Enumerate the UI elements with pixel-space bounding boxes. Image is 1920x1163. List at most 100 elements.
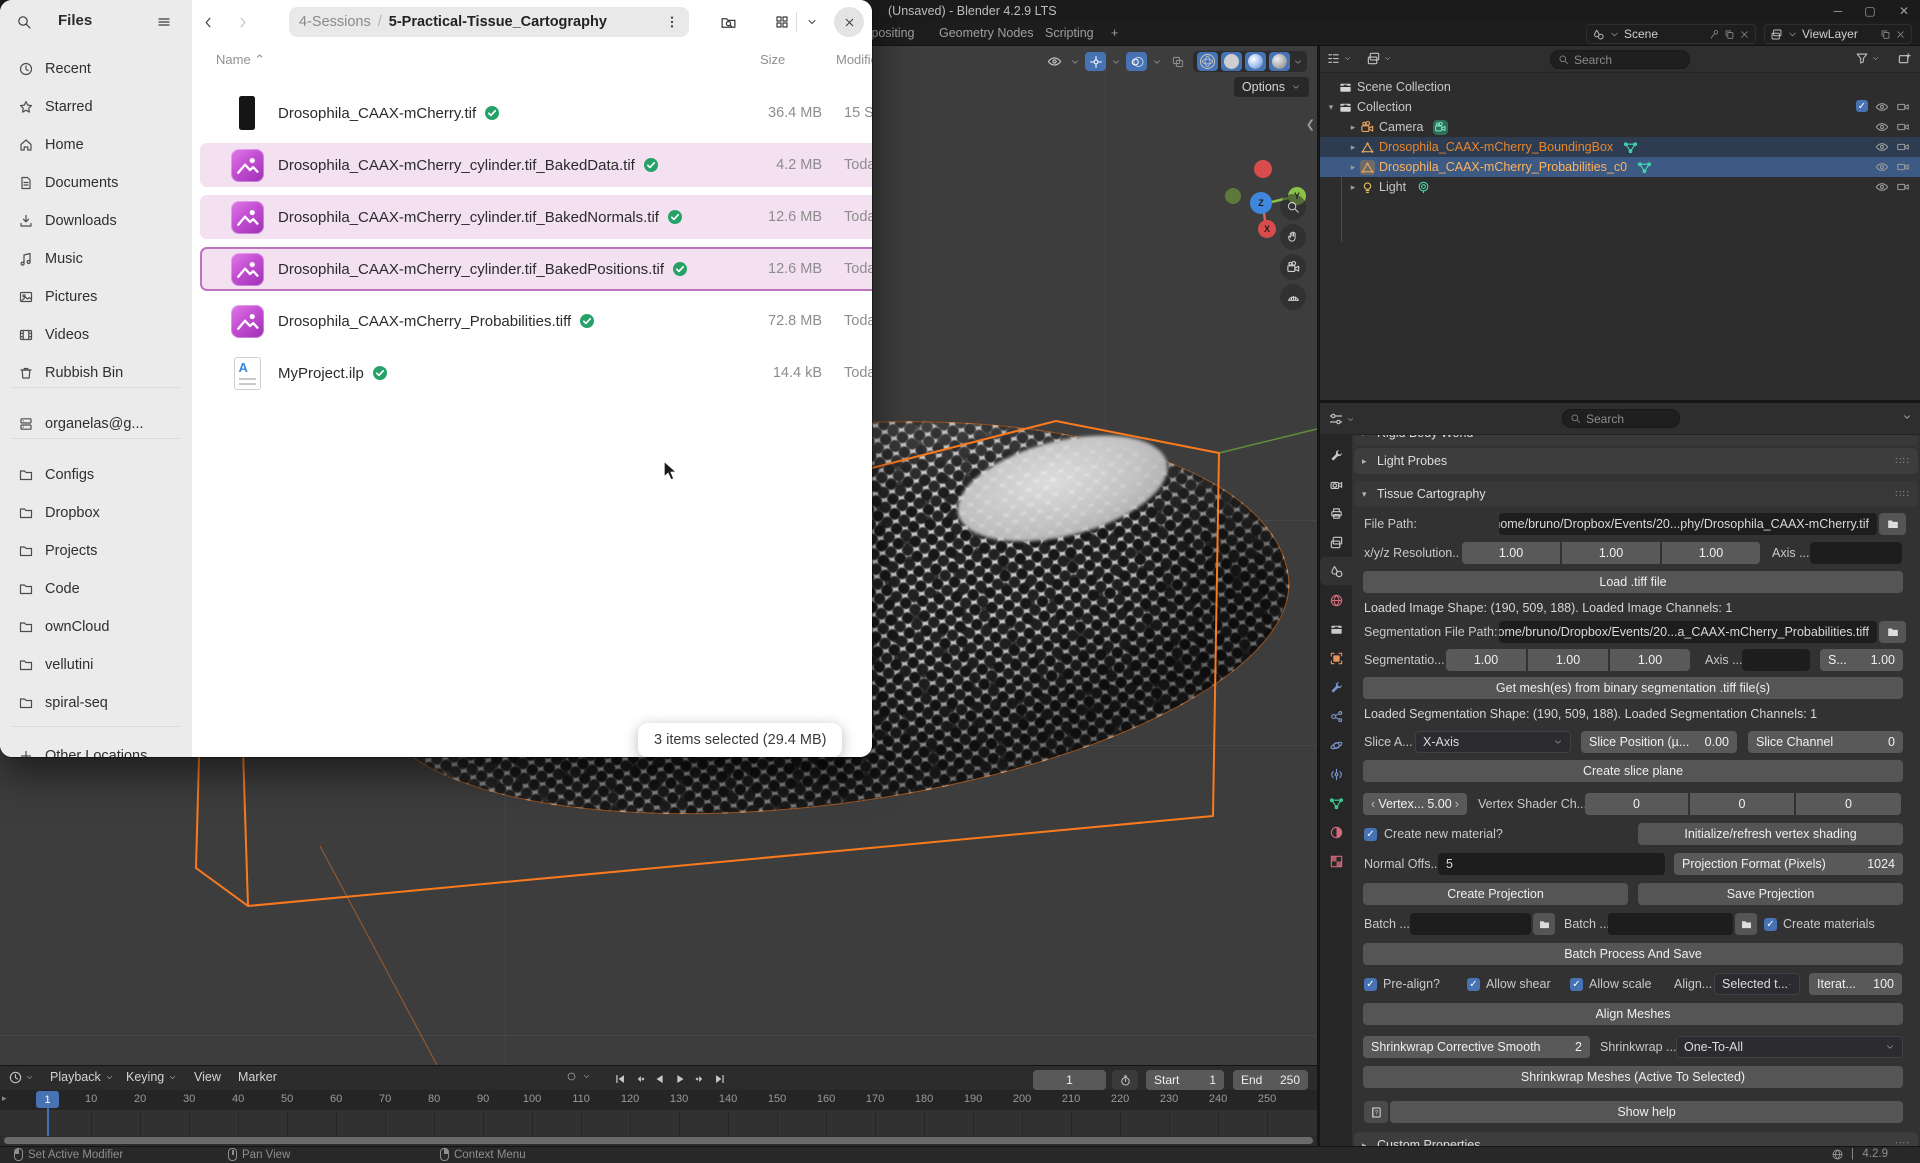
section-light-probes[interactable]: ▸Light Probes∷∷ <box>1354 448 1918 474</box>
sidebar-item-dropbox[interactable]: Dropbox <box>6 495 186 531</box>
shading-wireframe-button[interactable] <box>1197 52 1218 71</box>
properties-tab-material[interactable] <box>1320 818 1352 846</box>
disable-render-icon[interactable] <box>1896 180 1910 194</box>
hide-viewport-icon[interactable] <box>1875 160 1889 174</box>
resolution-z-field[interactable]: 1.00 <box>1662 542 1760 564</box>
create-new-material-checkbox[interactable]: ✓Create new material? <box>1364 822 1503 846</box>
slice-channel-field[interactable]: Slice Channel0 <box>1748 731 1903 753</box>
column-header-size[interactable]: Size <box>760 52 785 67</box>
breadcrumb[interactable]: 4-Sessions / 5-Practical-Tissue_Cartogra… <box>289 7 689 37</box>
file-row-drosophila-caax-mcherry-cylinder-tif-bak[interactable]: Drosophila_CAAX-mCherry_cylinder.tif_Bak… <box>200 143 872 187</box>
batch-output-field[interactable] <box>1608 913 1733 935</box>
timeline-ruler[interactable]: 1020304050607080901001101201301401501601… <box>0 1090 1317 1110</box>
batch-output-browse-button[interactable] <box>1735 913 1757 935</box>
breadcrumb-parent[interactable]: 4-Sessions <box>299 14 371 30</box>
pan-tool-icon[interactable] <box>1280 224 1306 250</box>
auto-keying-toggle[interactable] <box>565 1070 591 1083</box>
properties-type-dropdown[interactable] <box>1328 411 1355 427</box>
jump-to-start-button[interactable] <box>610 1070 629 1088</box>
disable-render-icon[interactable] <box>1896 160 1910 174</box>
chevron-down-icon[interactable] <box>1152 57 1162 67</box>
prealign-checkbox[interactable]: ✓Pre-align? <box>1364 972 1440 996</box>
vertex-shader-ch3-field[interactable]: 0 <box>1796 793 1901 815</box>
disable-render-icon[interactable] <box>1896 120 1910 134</box>
outliner-search-input[interactable]: Search <box>1550 50 1690 69</box>
sidebar-item-home[interactable]: Home <box>6 127 186 163</box>
current-frame-marker[interactable]: 1 <box>36 1091 59 1108</box>
column-header-name[interactable]: Name ⌃ <box>216 52 265 68</box>
section-rigid-body-world[interactable]: ▸Rigid Body World <box>1354 435 1918 446</box>
allow-scale-checkbox[interactable]: ✓Allow scale <box>1570 972 1652 996</box>
hamburger-menu-icon[interactable] <box>152 10 176 34</box>
segmentation-browse-button[interactable] <box>1879 621 1906 643</box>
properties-tab-nodes[interactable] <box>1320 702 1352 730</box>
search-folder-icon[interactable] <box>716 10 740 34</box>
properties-tab-data[interactable] <box>1320 789 1352 817</box>
shrinkwrap-smooth-field[interactable]: Shrinkwrap Corrective Smooth2 <box>1363 1036 1590 1058</box>
gizmo-axis-negative-y[interactable] <box>1225 188 1241 204</box>
batch-process-button[interactable]: Batch Process And Save <box>1363 943 1903 965</box>
chevron-down-icon[interactable] <box>1111 57 1121 67</box>
properties-tab-object[interactable] <box>1320 644 1352 672</box>
properties-options-chevron[interactable] <box>1902 412 1912 422</box>
sidebar-item-pictures[interactable]: Pictures <box>6 279 186 315</box>
section-custom-properties[interactable]: ▸Custom Properties∷∷ <box>1354 1132 1918 1146</box>
previous-keyframe-button[interactable] <box>630 1070 649 1088</box>
viewlayer-selector[interactable]: ViewLayer <box>1764 24 1912 44</box>
sidebar-item-downloads[interactable]: Downloads <box>6 203 186 239</box>
properties-tab-texture[interactable] <box>1320 847 1352 875</box>
close-window-button[interactable] <box>834 7 864 37</box>
search-icon[interactable] <box>12 10 36 34</box>
file-row-drosophila-caax-mcherry-tif[interactable]: Drosophila_CAAX-mCherry.tif36.4 MB15 Sep <box>200 91 872 135</box>
workspace-tab--[interactable]: + <box>1111 26 1118 40</box>
create-slice-plane-button[interactable]: Create slice plane <box>1363 760 1903 782</box>
resolution-x-field[interactable]: 1.00 <box>1462 542 1560 564</box>
workspace-tab-geometry-nodes[interactable]: Geometry Nodes <box>939 26 1033 40</box>
view-options-chevron[interactable] <box>800 10 824 34</box>
normal-offset-field[interactable]: 5 <box>1438 853 1665 875</box>
new-collection-button[interactable] <box>1897 51 1912 66</box>
jump-to-end-button[interactable] <box>710 1070 729 1088</box>
new-scene-icon[interactable] <box>1724 29 1735 40</box>
back-button[interactable] <box>196 10 220 34</box>
init-vertex-shading-button[interactable]: Initialize/refresh vertex shading <box>1638 823 1903 845</box>
file-row-myproject-ilp[interactable]: MyProject.ilp14.4 kBToday <box>200 351 872 395</box>
outliner-row-collection[interactable]: ▾Collection✓ <box>1320 97 1920 117</box>
create-projection-button[interactable]: Create Projection <box>1363 883 1628 905</box>
file-row-drosophila-caax-mcherry-cylinder-tif-bak[interactable]: Drosophila_CAAX-mCherry_cylinder.tif_Bak… <box>200 195 872 239</box>
seg-resolution-y-field[interactable]: 1.00 <box>1528 649 1608 671</box>
outliner-row-light[interactable]: ▸Light <box>1320 177 1920 197</box>
timeline-track[interactable] <box>0 1110 1317 1136</box>
slice-axis-dropdown[interactable]: X-Axis <box>1415 731 1571 753</box>
menu-view[interactable]: View <box>194 1070 221 1084</box>
xray-toggle[interactable] <box>1167 52 1188 71</box>
new-viewlayer-icon[interactable] <box>1880 29 1891 40</box>
scene-selector[interactable]: Scene <box>1586 24 1756 44</box>
properties-tab-output[interactable] <box>1320 499 1352 527</box>
projection-format-field[interactable]: Projection Format (Pixels)1024 <box>1674 853 1903 875</box>
segmentation-path-field[interactable]: /home/bruno/Dropbox/Events/20...a_CAAX-m… <box>1499 621 1877 643</box>
visibility-dropdown[interactable] <box>1044 52 1065 71</box>
timeline-scrollbar[interactable] <box>4 1137 1313 1144</box>
sidebar-item-projects[interactable]: Projects <box>6 533 186 569</box>
close-button[interactable]: ✕ <box>1896 3 1912 19</box>
maximize-button[interactable]: ▢ <box>1862 3 1878 19</box>
gizmo-axis-negative-x[interactable] <box>1254 160 1272 178</box>
camera-view-icon[interactable] <box>1280 254 1306 280</box>
shading-rendered-button[interactable] <box>1269 52 1290 71</box>
hide-viewport-icon[interactable] <box>1875 180 1889 194</box>
chevron-down-icon[interactable] <box>1293 57 1303 67</box>
workspace-tab-scripting[interactable]: Scripting <box>1045 26 1094 40</box>
properties-tab-tool[interactable] <box>1320 441 1352 469</box>
show-help-button[interactable]: Show help <box>1390 1101 1903 1123</box>
remove-viewlayer-icon[interactable] <box>1895 29 1906 40</box>
shading-material-preview-button[interactable] <box>1245 52 1266 71</box>
file-browse-button[interactable] <box>1879 513 1906 535</box>
frame-start-field[interactable]: Start1 <box>1146 1070 1224 1090</box>
hide-viewport-icon[interactable] <box>1875 100 1889 114</box>
sidebar-item-owncloud[interactable]: ownCloud <box>6 609 186 645</box>
properties-tab-collection[interactable] <box>1320 615 1352 643</box>
outliner-row-scene-collection[interactable]: Scene Collection <box>1320 77 1920 97</box>
gizmo-axis-z[interactable]: Z <box>1250 192 1272 214</box>
sidebar-item-starred[interactable]: Starred <box>6 89 186 125</box>
